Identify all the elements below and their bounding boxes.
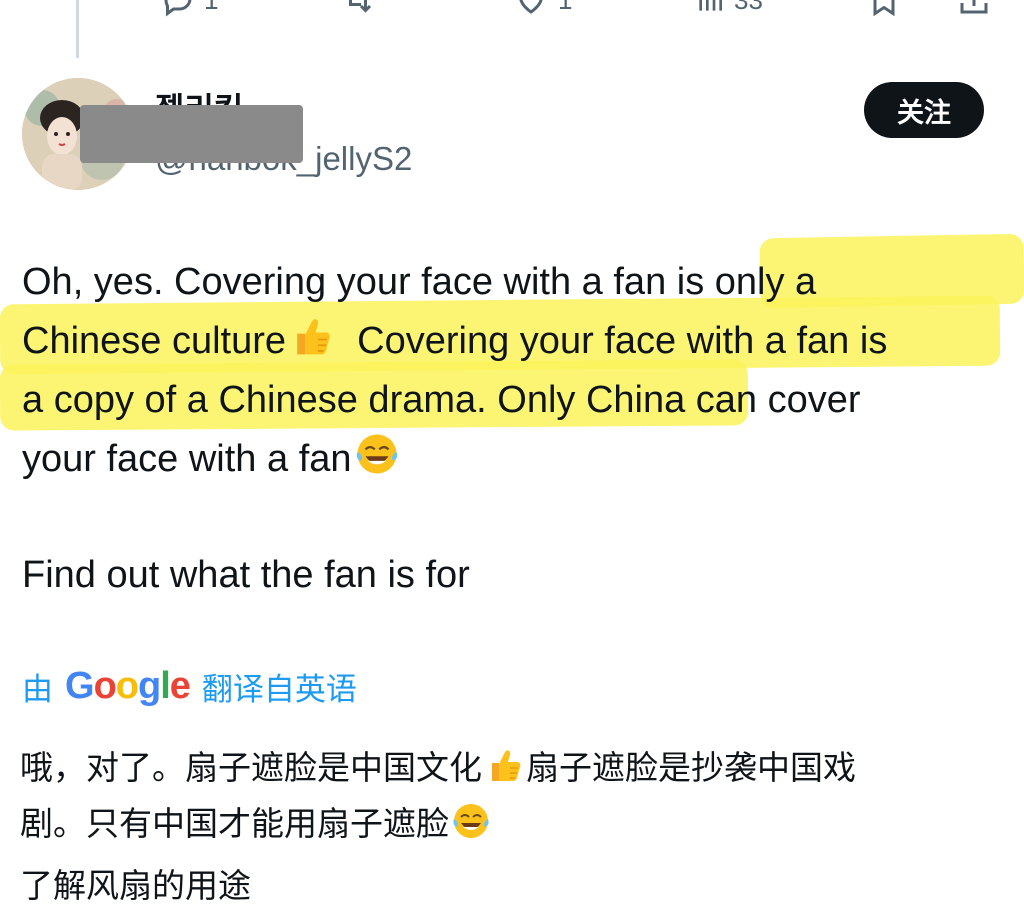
reply-count: 1 <box>204 0 218 16</box>
like-button[interactable]: 1 <box>512 0 572 18</box>
bookmark-icon <box>873 0 895 17</box>
google-logo: Google <box>65 664 191 707</box>
translated-text-segment: 哦，对了。扇子遮脸是中国文化 <box>20 748 482 787</box>
translated-body: 哦，对了。扇子遮脸是中国文化 扇子遮脸是抄袭中国戏 剧。只有中国才能用扇子遮脸 <box>20 740 1020 852</box>
tweet-text-segment: Chinese culture <box>22 320 287 362</box>
retweet-button[interactable] <box>338 0 378 18</box>
views-button[interactable]: 33 <box>694 0 763 18</box>
share-icon <box>960 0 988 14</box>
tweet-line: your face with a fan <box>22 430 1012 489</box>
tweet-line: Chinese culture Covering your face with … <box>22 312 1012 371</box>
reply-icon <box>164 0 192 17</box>
redaction-box <box>80 105 303 163</box>
follow-button[interactable]: 关注 <box>864 82 984 138</box>
thumbs-up-emoji-icon <box>297 319 330 355</box>
translated-paragraph-2: 了解风扇的用途 <box>20 866 251 905</box>
translation-suffix: 翻译自英语 <box>201 671 357 708</box>
tweet-action-bar: 1 1 33 <box>0 0 1024 18</box>
share-button[interactable] <box>956 0 992 18</box>
translated-line: 哦，对了。扇子遮脸是中国文化 扇子遮脸是抄袭中国戏 <box>20 740 1020 796</box>
translated-text-segment: 剧。只有中国才能用扇子遮脸 <box>20 804 449 843</box>
tears-of-joy-emoji-icon <box>356 434 397 474</box>
views-chart-icon <box>699 0 722 11</box>
translation-prefix: 由 <box>22 671 53 708</box>
tweet-body: Oh, yes. Covering your face with a fan i… <box>22 253 1012 489</box>
reply-button[interactable]: 1 <box>160 0 218 18</box>
thumbs-up-emoji-icon <box>492 750 521 781</box>
heart-icon <box>519 0 543 14</box>
translated-text-segment: 扇子遮脸是抄袭中国戏 <box>526 748 856 787</box>
tweet-line: a copy of a Chinese drama. Only China ca… <box>22 371 1012 430</box>
tweet-text-segment: Oh, yes. Covering your face with a fan i… <box>22 261 817 303</box>
tweet-paragraph-2: Find out what the fan is for <box>22 554 470 596</box>
view-count: 33 <box>734 0 763 16</box>
like-count: 1 <box>558 0 572 16</box>
tears-of-joy-emoji-icon <box>453 804 489 838</box>
tweet-line: Oh, yes. Covering your face with a fan i… <box>22 253 1012 312</box>
tweet-text-segment: your face with a fan <box>22 438 352 480</box>
tweet-text-segment: Covering your face with a fan is <box>357 320 888 362</box>
tweet-text-segment: a copy of a Chinese drama. Only China ca… <box>22 379 861 421</box>
translated-line: 剧。只有中国才能用扇子遮脸 <box>20 796 1020 852</box>
bookmark-button[interactable] <box>866 0 902 18</box>
retweet-icon <box>349 0 372 13</box>
translation-attribution-link[interactable]: 由 Google 翻译自英语 <box>22 660 357 712</box>
